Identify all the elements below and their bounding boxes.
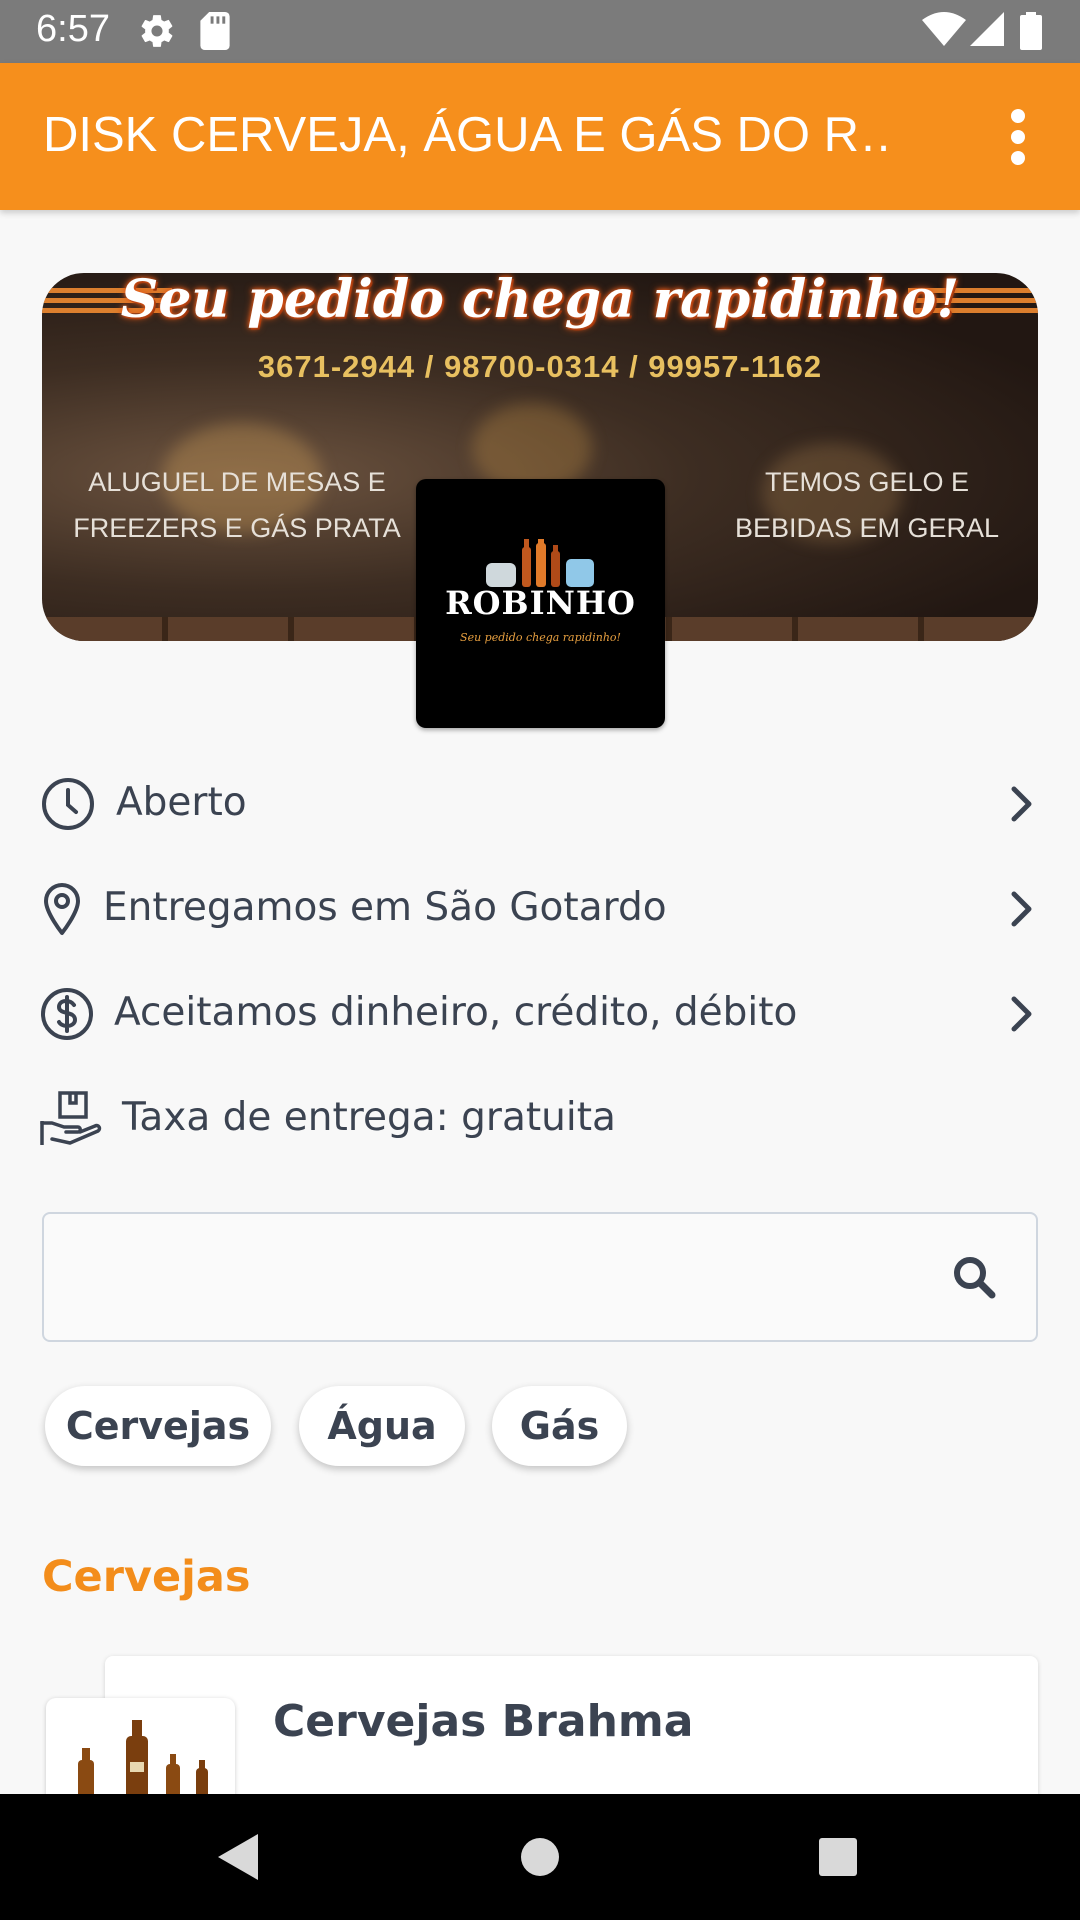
category-chip-gas[interactable]: Gás [492, 1386, 627, 1466]
category-chip-agua[interactable]: Água [299, 1386, 465, 1466]
banner-slogan: Seu pedido chega rapidinho! [120, 273, 960, 330]
search-icon[interactable] [952, 1255, 996, 1299]
delivery-fee-row: Taxa de entrega: gratuita [0, 1079, 1080, 1159]
dollar-circle-icon [41, 988, 93, 1040]
signal-icon [970, 12, 1004, 46]
logo-brand: ROBINHO [445, 584, 636, 622]
bottles-icon [486, 539, 594, 587]
system-nav-bar [0, 1794, 1080, 1920]
delivery-fee: Taxa de entrega: gratuita [122, 1095, 616, 1140]
settings-icon [141, 15, 173, 47]
store-logo: ROBINHO Seu pedido chega rapidinho! [416, 479, 665, 728]
chevron-right-icon[interactable] [1006, 889, 1036, 929]
section-title: Cervejas [42, 1552, 251, 1602]
clock-icon [42, 778, 94, 830]
delivery-area: Entregamos em São Gotardo [103, 885, 667, 930]
battery-icon [1020, 12, 1042, 50]
banner-phones: 3671-2944 / 98700-0314 / 99957-1162 [257, 349, 823, 384]
back-icon[interactable] [200, 1794, 280, 1920]
home-icon[interactable] [500, 1794, 580, 1920]
opening-hours-row[interactable]: Aberto [0, 764, 1080, 844]
recents-icon[interactable] [798, 1794, 878, 1920]
chevron-right-icon[interactable] [1006, 784, 1036, 824]
status-bar: 6:57 [0, 0, 1080, 63]
delivery-area-row[interactable]: Entregamos em São Gotardo [0, 869, 1080, 949]
app-bar: DISK CERVEJA, ÁGUA E GÁS DO R… [0, 63, 1080, 210]
wifi-icon [922, 12, 966, 46]
hand-box-icon [40, 1091, 102, 1145]
banner-left-text: ALUGUEL DE MESAS E FREEZERS E GÁS PRATA [73, 467, 401, 543]
beer-bottles-icon [78, 1720, 208, 1798]
more-vert-icon[interactable] [1000, 109, 1036, 165]
search-input[interactable] [64, 1234, 944, 1320]
search-box[interactable] [42, 1212, 1038, 1342]
chevron-right-icon[interactable] [1006, 994, 1036, 1034]
logo-slogan: Seu pedido chega rapidinho! [460, 631, 621, 644]
payment-methods-row[interactable]: Aceitamos dinheiro, crédito, débito [0, 974, 1080, 1054]
product-name: Cervejas Brahma [273, 1696, 694, 1747]
app-title: DISK CERVEJA, ÁGUA E GÁS DO R… [43, 108, 893, 162]
opening-status: Aberto [116, 780, 247, 825]
category-chip-cervejas[interactable]: Cervejas [45, 1386, 271, 1466]
banner-right-text: TEMOS GELO E BEBIDAS EM GERAL [734, 467, 1000, 543]
sd-card-icon [200, 12, 230, 50]
location-pin-icon [44, 883, 80, 935]
payment-methods: Aceitamos dinheiro, crédito, débito [114, 990, 798, 1035]
status-time: 6:57 [36, 8, 110, 50]
product-image [46, 1698, 235, 1798]
